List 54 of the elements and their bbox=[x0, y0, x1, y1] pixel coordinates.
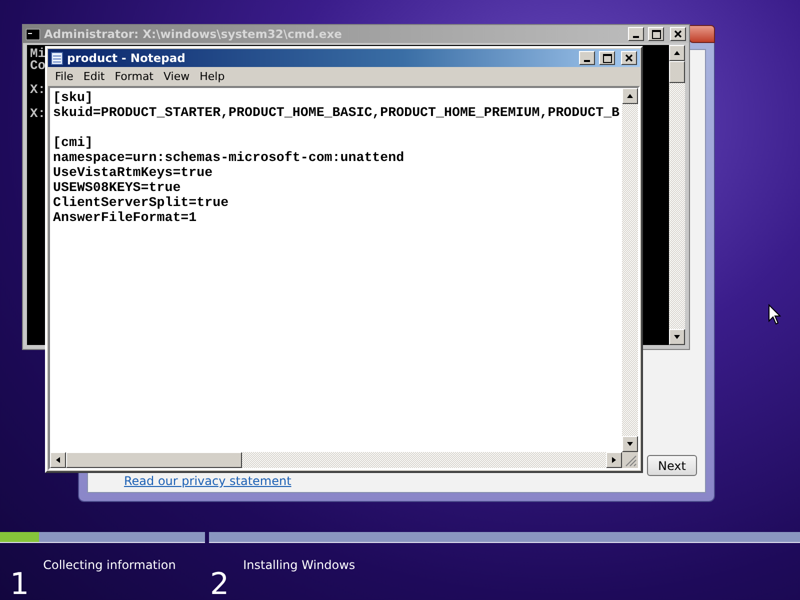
maximize-icon bbox=[602, 54, 612, 62]
right-arrow-icon bbox=[610, 456, 618, 464]
console-text: Co bbox=[30, 60, 46, 72]
text-line: UseVistaRtmKeys=true bbox=[53, 165, 214, 180]
vertical-scrollbar[interactable] bbox=[669, 45, 685, 345]
scroll-thumb[interactable] bbox=[66, 452, 242, 468]
down-arrow-icon bbox=[626, 440, 634, 448]
maximize-button[interactable] bbox=[648, 27, 664, 41]
minimize-button[interactable] bbox=[579, 51, 595, 65]
text-line: ClientServerSplit=true bbox=[53, 195, 230, 210]
step-number: 2 bbox=[210, 570, 230, 600]
up-arrow-icon bbox=[626, 92, 634, 100]
window-title: Administrator: X:\windows\system32\cmd.exe bbox=[44, 27, 343, 41]
minimize-button[interactable] bbox=[628, 27, 644, 41]
text-editor[interactable] bbox=[50, 88, 622, 452]
mouse-pointer-icon bbox=[768, 304, 781, 325]
text-line: USEWS08KEYS=true bbox=[53, 180, 182, 195]
left-arrow-icon bbox=[54, 456, 62, 464]
down-arrow-icon bbox=[673, 333, 681, 341]
notepad-icon bbox=[51, 51, 63, 65]
window-title: product - Notepad bbox=[67, 51, 186, 65]
text-line: skuid=PRODUCT_STARTER,PRODUCT_HOME_BASIC,PRODUCT_HOME_PREMIUM,PRODUCT_B bbox=[53, 105, 619, 120]
close-icon bbox=[674, 30, 682, 38]
console-text: X: bbox=[30, 84, 46, 96]
menu-item[interactable]: Format bbox=[110, 70, 158, 83]
step-label: Collecting information bbox=[43, 558, 176, 574]
vertical-scrollbar[interactable] bbox=[622, 88, 638, 452]
console-text: X: bbox=[30, 108, 46, 120]
scroll-left-button[interactable] bbox=[50, 452, 66, 468]
maximize-icon bbox=[652, 30, 660, 38]
maximize-button[interactable] bbox=[599, 51, 615, 65]
next-button[interactable]: Next bbox=[647, 455, 697, 476]
text-line: [sku] bbox=[53, 90, 94, 105]
horizontal-scrollbar[interactable] bbox=[50, 452, 622, 468]
privacy-link[interactable]: Read our privacy statement bbox=[124, 474, 292, 488]
menu-item[interactable]: View bbox=[158, 70, 195, 83]
scroll-right-button[interactable] bbox=[606, 452, 622, 468]
menu-item[interactable]: Edit bbox=[78, 70, 110, 83]
step-number: 1 bbox=[10, 570, 30, 600]
close-icon bbox=[625, 54, 633, 62]
scroll-down-button[interactable] bbox=[622, 436, 638, 452]
text-line: namespace=urn:schemas-microsoft-com:unattend bbox=[53, 150, 406, 165]
menu-item[interactable]: Help bbox=[194, 70, 230, 83]
step-label: Installing Windows bbox=[243, 558, 356, 574]
scroll-up-button[interactable] bbox=[622, 88, 638, 104]
scroll-down-button[interactable] bbox=[669, 329, 685, 345]
text-line: [cmi] bbox=[53, 135, 94, 150]
scroll-thumb[interactable] bbox=[669, 61, 685, 83]
text-line: AnswerFileFormat=1 bbox=[53, 210, 198, 225]
up-arrow-icon bbox=[673, 49, 681, 57]
console-text: Mi bbox=[30, 48, 46, 60]
console-icon bbox=[26, 28, 40, 40]
menu-item[interactable]: File bbox=[50, 70, 78, 83]
scroll-up-button[interactable] bbox=[669, 45, 685, 61]
